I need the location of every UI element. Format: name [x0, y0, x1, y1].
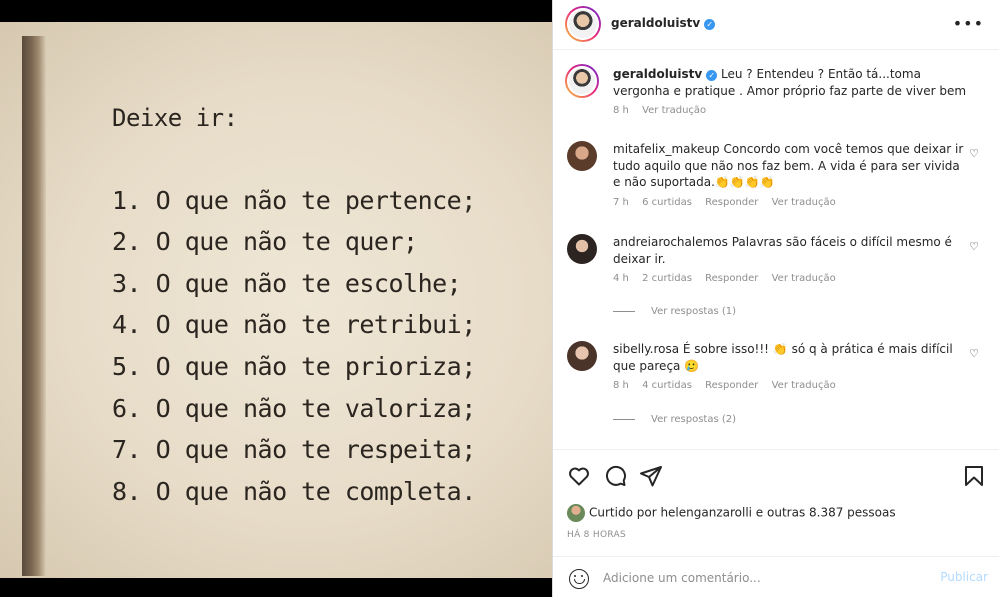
verified-badge-icon: ✓: [706, 70, 718, 81]
share-send-icon[interactable]: [639, 464, 663, 488]
more-options-icon[interactable]: •••: [953, 14, 984, 33]
comment-likes[interactable]: 6 curtidas: [642, 197, 692, 208]
like-heart-icon[interactable]: [567, 464, 591, 488]
replies-divider: [613, 310, 635, 312]
caption-meta: 8 h Ver tradução: [613, 103, 969, 120]
post-image[interactable]: Deixe ir: 1. O que não te pertence; 2. O…: [0, 0, 552, 597]
caption-avatar[interactable]: [565, 64, 599, 98]
likes-summary[interactable]: Curtido por helenganzarolli e outras 8.3…: [567, 504, 896, 522]
replies-divider: [613, 418, 635, 420]
author-username[interactable]: geraldoluistv ✓: [611, 16, 716, 30]
image-heading: Deixe ir:: [112, 104, 238, 132]
view-replies-button[interactable]: Ver respostas (2): [613, 414, 736, 425]
comment-item: sibelly.rosa É sobre isso!!! 👏 só q à pr…: [567, 341, 987, 401]
post-panel: geraldoluistv ✓ ••• geraldoluistv ✓ Leu ? …: [552, 0, 999, 597]
reply-button[interactable]: Responder: [705, 197, 758, 208]
verified-badge-icon: ✓: [704, 19, 716, 30]
commenter-username[interactable]: andreiarochalemos: [613, 235, 728, 249]
image-line-5: 5. O que não te prioriza;: [112, 351, 476, 381]
emoji-icon[interactable]: [569, 569, 589, 589]
author-avatar[interactable]: [565, 6, 601, 42]
comment-meta: 8 h 4 curtidas Responder Ver tradução: [613, 378, 969, 395]
post-header: geraldoluistv ✓ •••: [553, 0, 999, 50]
caption-time[interactable]: 8 h: [613, 105, 629, 116]
comment-meta: 7 h 6 curtidas Responder Ver tradução: [613, 195, 969, 212]
comment-item: mitafelix_makeup Concordo com você temos…: [567, 141, 987, 213]
post-image-text: Deixe ir: 1. O que não te pertence; 2. O…: [112, 98, 476, 512]
comment-meta: 4 h 2 curtidas Responder Ver tradução: [613, 271, 969, 288]
save-bookmark-icon[interactable]: [962, 464, 986, 488]
comment-like-heart-icon[interactable]: ♡: [969, 147, 979, 160]
liker-avatar: [567, 504, 585, 522]
commenter-username[interactable]: sibelly.rosa: [613, 342, 679, 356]
translate-link[interactable]: Ver tradução: [772, 197, 836, 208]
comment-time[interactable]: 8 h: [613, 380, 629, 391]
translate-link[interactable]: Ver tradução: [772, 380, 836, 391]
comment-like-heart-icon[interactable]: ♡: [969, 347, 979, 360]
commenter-avatar[interactable]: [567, 234, 597, 264]
view-replies-button[interactable]: Ver respostas (1): [613, 306, 736, 317]
comment-likes[interactable]: 2 curtidas: [642, 273, 692, 284]
image-line-7: 7. O que não te respeita;: [112, 435, 476, 465]
caption-username[interactable]: geraldoluistv: [613, 67, 702, 81]
comment-likes[interactable]: 4 curtidas: [642, 380, 692, 391]
caption-translate[interactable]: Ver tradução: [642, 105, 706, 116]
post-actions: Curtido por helenganzarolli e outras 8.3…: [553, 449, 999, 597]
caption: geraldoluistv ✓ Leu ? Entendeu ? Então tá…: [567, 64, 987, 134]
image-line-1: 1. O que não te pertence;: [112, 185, 476, 215]
commenter-username[interactable]: mitafelix_makeup: [613, 142, 720, 156]
image-line-3: 3. O que não te escolhe;: [112, 268, 462, 298]
post-timestamp[interactable]: HÁ 8 HORAS: [567, 530, 626, 540]
translate-link[interactable]: Ver tradução: [772, 273, 836, 284]
comment-time[interactable]: 4 h: [613, 273, 629, 284]
image-line-8: 8. O que não te completa.: [112, 476, 476, 506]
image-line-6: 6. O que não te valoriza;: [112, 393, 476, 423]
image-line-4: 4. O que não te retribui;: [112, 310, 476, 340]
comment-bubble-icon[interactable]: [603, 464, 627, 488]
comment-like-heart-icon[interactable]: ♡: [969, 240, 979, 253]
comment-input[interactable]: [603, 567, 923, 589]
reply-button[interactable]: Responder: [705, 380, 758, 391]
publish-button[interactable]: Publicar: [940, 570, 988, 584]
paper-fold: [22, 36, 46, 576]
commenter-avatar[interactable]: [567, 141, 597, 171]
commenter-avatar[interactable]: [567, 341, 597, 371]
comments-list[interactable]: geraldoluistv ✓ Leu ? Entendeu ? Então tá…: [553, 51, 999, 449]
paper-sheet: Deixe ir: 1. O que não te pertence; 2. O…: [0, 22, 552, 578]
comment-item: andreiarochalemos Palavras são fáceis o …: [567, 234, 987, 294]
comment-time[interactable]: 7 h: [613, 197, 629, 208]
add-comment-bar: Publicar: [553, 556, 999, 597]
reply-button[interactable]: Responder: [705, 273, 758, 284]
image-line-2: 2. O que não te quer;: [112, 227, 418, 257]
